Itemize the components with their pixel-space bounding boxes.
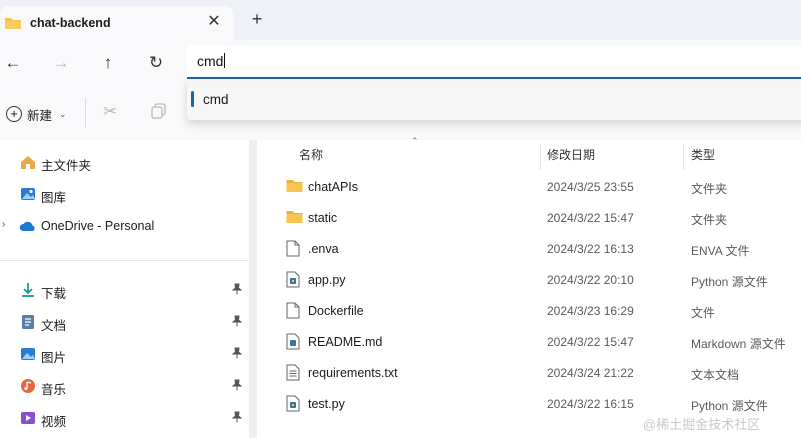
new-label: 新建: [27, 108, 53, 123]
sidebar-item-gallery[interactable]: 图库: [0, 179, 250, 209]
column-header-type[interactable]: 类型: [691, 146, 715, 163]
file-type: 文件: [691, 306, 716, 320]
cloud-icon: [19, 217, 37, 235]
file-type: Python 源文件: [691, 399, 768, 413]
chevron-right-icon[interactable]: ›: [2, 219, 5, 230]
sidebar-divider: [0, 260, 248, 261]
up-arrow-icon[interactable]: ↑: [97, 52, 119, 74]
picture-icon: [19, 345, 37, 363]
file-modified: 2024/3/22 16:13: [547, 242, 634, 256]
sort-ascending-icon: ⌃: [411, 136, 419, 146]
file-row[interactable]: chatAPIs 2024/3/25 23:55 文件夹: [258, 171, 801, 202]
file-name: .enva: [308, 242, 339, 256]
python-file-icon: [286, 395, 302, 412]
address-suggestions: cmd: [187, 80, 801, 120]
new-tab-button[interactable]: +: [248, 10, 266, 28]
file-modified: 2024/3/22 15:47: [547, 211, 634, 225]
file-name: chatAPIs: [308, 180, 359, 194]
pin-icon[interactable]: [231, 379, 243, 394]
sidebar-item-videos[interactable]: 视频: [0, 403, 250, 433]
file-row[interactable]: .enva 2024/3/22 16:13 ENVA 文件: [258, 233, 801, 264]
copy-icon[interactable]: [150, 102, 172, 124]
file-type: Python 源文件: [691, 275, 768, 289]
python-file-icon: [286, 271, 302, 288]
music-icon: [19, 377, 37, 395]
column-divider[interactable]: [683, 144, 684, 170]
file-list: ⌃ 名称 修改日期 类型 chatAPIs 2024/3/25 23:55 文件…: [258, 136, 801, 438]
file-modified: 2024/3/24 21:22: [547, 366, 634, 380]
toolbar-divider: [85, 98, 86, 128]
sidebar-item-music[interactable]: 音乐: [0, 371, 250, 401]
home-icon: [19, 153, 37, 171]
sidebar-item-documents[interactable]: 文档: [0, 307, 250, 337]
text-caret: [224, 53, 226, 68]
refresh-icon[interactable]: ↻: [145, 52, 167, 74]
plus-icon: +: [6, 106, 22, 122]
watermark: @稀土掘金技术社区: [643, 417, 761, 432]
sidebar-scrollbar[interactable]: [249, 140, 257, 438]
file-name: test.py: [308, 397, 345, 411]
new-button[interactable]: + 新建 ⌄: [6, 104, 67, 124]
file-row[interactable]: requirements.txt 2024/3/24 21:22 文本文档: [258, 357, 801, 388]
text-file-icon: [286, 364, 302, 381]
file-type: 文件夹: [691, 182, 728, 196]
blank-file-icon: [286, 302, 302, 319]
sidebar-item-onedrive[interactable]: › OneDrive - Personal: [0, 211, 250, 241]
tab-chat-backend[interactable]: chat-backend ✕: [0, 6, 234, 40]
sidebar-item-home[interactable]: 主文件夹: [0, 147, 250, 177]
file-modified: 2024/3/22 16:15: [547, 397, 634, 411]
file-name: README.md: [308, 335, 383, 349]
suggestion-item[interactable]: cmd: [203, 92, 229, 107]
file-name: Dockerfile: [308, 304, 364, 318]
column-divider[interactable]: [540, 144, 541, 170]
file-type: ENVA 文件: [691, 244, 750, 258]
video-icon: [19, 409, 37, 427]
pin-icon[interactable]: [231, 411, 243, 426]
download-icon: [19, 281, 37, 299]
file-modified: 2024/3/22 15:47: [547, 335, 634, 349]
file-type: 文本文档: [691, 368, 740, 382]
folder-icon: [4, 16, 22, 33]
sidebar-item-downloads[interactable]: 下载: [0, 275, 250, 305]
column-header-modified[interactable]: 修改日期: [547, 146, 595, 163]
file-name: app.py: [308, 273, 346, 287]
chevron-down-icon: ⌄: [59, 108, 67, 119]
file-row[interactable]: static 2024/3/22 15:47 文件夹: [258, 202, 801, 233]
folder-icon: [286, 178, 303, 195]
file-modified: 2024/3/23 16:29: [547, 304, 634, 318]
forward-arrow-icon[interactable]: →: [50, 52, 72, 74]
sidebar-item-pictures[interactable]: 图片: [0, 339, 250, 369]
folder-icon: [286, 209, 303, 226]
pin-icon[interactable]: [231, 283, 243, 298]
file-type: 文件夹: [691, 213, 728, 227]
file-name: requirements.txt: [308, 366, 398, 380]
markdown-file-icon: [286, 333, 302, 350]
file-name: static: [308, 211, 338, 225]
blank-file-icon: [286, 240, 302, 257]
column-header-name[interactable]: 名称: [299, 146, 323, 163]
selection-indicator: [191, 91, 194, 107]
navigation-pane: 主文件夹 图库 › OneDrive - Personal 下载 文档 图片 音…: [0, 140, 255, 438]
address-bar[interactable]: cmd: [187, 45, 801, 79]
pin-icon[interactable]: [231, 315, 243, 330]
file-modified: 2024/3/22 20:10: [547, 273, 634, 287]
file-type: Markdown 源文件: [691, 337, 786, 351]
file-modified: 2024/3/25 23:55: [547, 180, 634, 194]
tab-title: chat-backend: [30, 16, 111, 30]
file-row[interactable]: app.py 2024/3/22 20:10 Python 源文件: [258, 264, 801, 295]
cut-icon[interactable]: ✂: [103, 102, 117, 122]
gallery-icon: [19, 185, 37, 203]
file-row[interactable]: README.md 2024/3/22 15:47 Markdown 源文件: [258, 326, 801, 357]
file-row[interactable]: Dockerfile 2024/3/23 16:29 文件: [258, 295, 801, 326]
address-input[interactable]: cmd: [197, 53, 223, 69]
close-icon[interactable]: ✕: [205, 13, 223, 31]
pin-icon[interactable]: [231, 347, 243, 362]
document-icon: [19, 313, 37, 331]
tab-bar: chat-backend ✕ +: [0, 0, 801, 40]
back-arrow-icon[interactable]: ←: [2, 52, 24, 74]
